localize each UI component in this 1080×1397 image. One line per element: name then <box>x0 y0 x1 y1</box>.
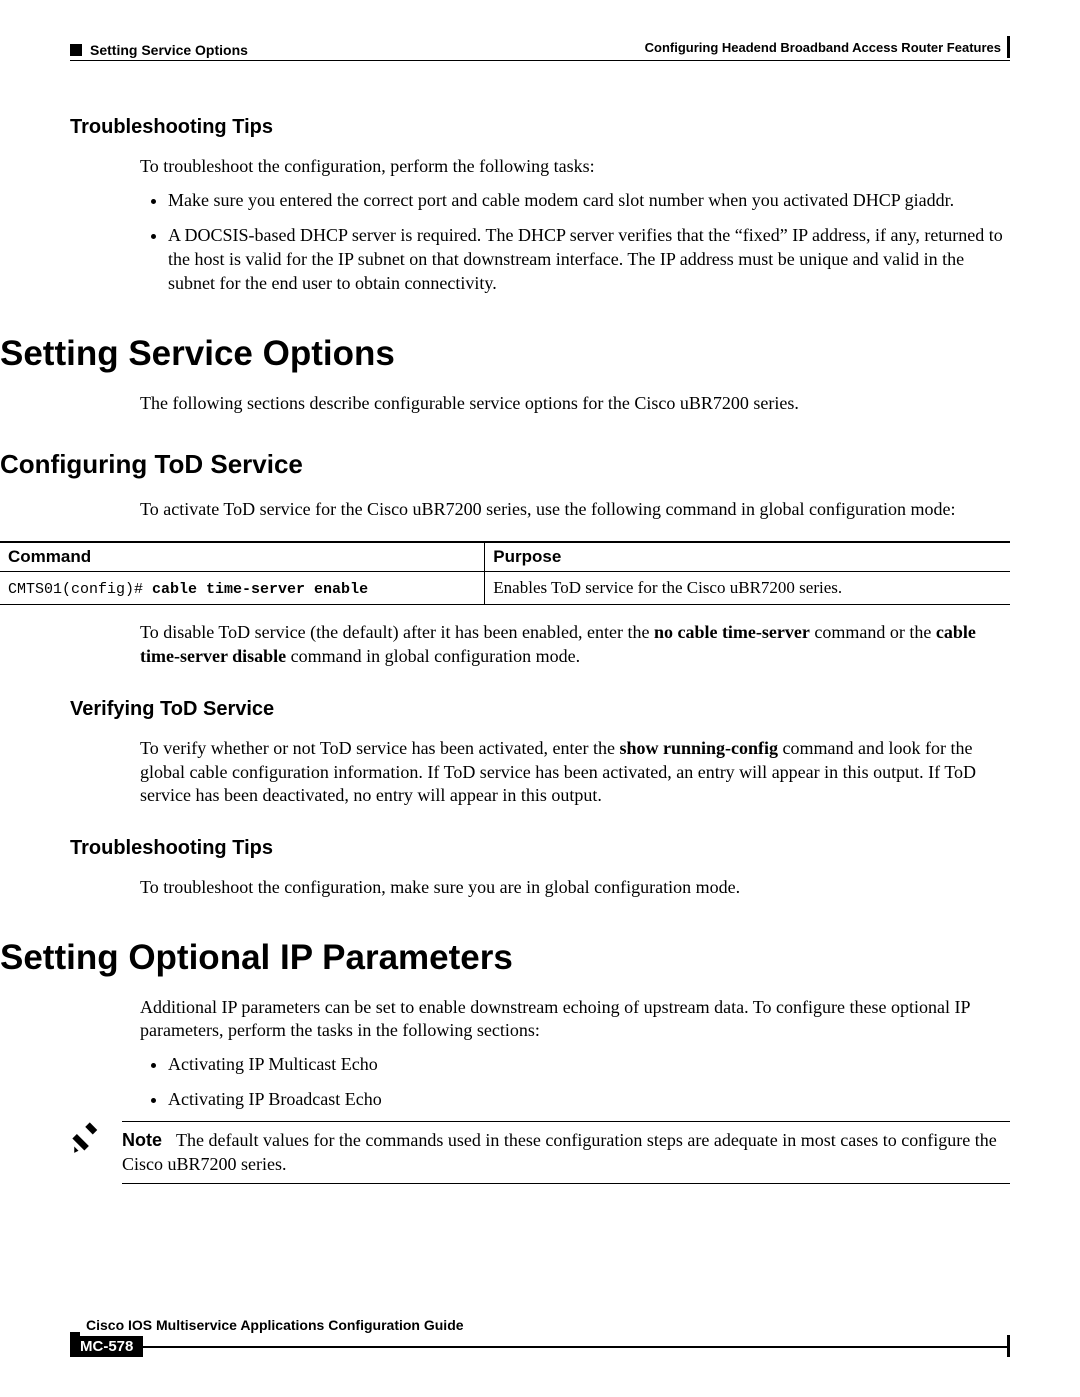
td-command: CMTS01(config)# cable time-server enable <box>0 572 485 605</box>
text: command in global configuration mode. <box>286 646 580 666</box>
text: To disable ToD service (the default) aft… <box>140 622 654 642</box>
note-block: NoteThe default values for the commands … <box>70 1121 1010 1190</box>
verify-para: To verify whether or not ToD service has… <box>140 737 1010 807</box>
footer-guide-title: Cisco IOS Multiservice Applications Conf… <box>86 1317 464 1333</box>
footer-square-icon <box>70 1332 80 1342</box>
page: Setting Service Options Configuring Head… <box>0 0 1080 1397</box>
note-label: Note <box>122 1130 162 1150</box>
footer-rule <box>143 1346 1007 1348</box>
note-text: The default values for the commands used… <box>122 1130 997 1174</box>
header-left: Setting Service Options <box>70 42 248 58</box>
footer-row: MC-578 <box>70 1335 1010 1357</box>
footer-title-line: Cisco IOS Multiservice Applications Conf… <box>70 1317 1010 1335</box>
header-bar-icon <box>1007 36 1010 58</box>
setting-service-intro: The following sections describe configur… <box>140 392 1010 415</box>
page-number-badge: MC-578 <box>70 1336 143 1357</box>
header-rule <box>70 60 1010 61</box>
list-item: Activating IP Broadcast Echo <box>168 1087 1010 1111</box>
heading-troubleshooting-1: Troubleshooting Tips <box>70 116 1010 139</box>
ip-params-intro: Additional IP parameters can be set to e… <box>140 996 1010 1043</box>
cmd-bold: cable time-server enable <box>152 581 368 598</box>
table-row: CMTS01(config)# cable time-server enable… <box>0 572 1010 605</box>
tod-intro: To activate ToD service for the Cisco uB… <box>140 498 1010 521</box>
bold-cmd: show running-config <box>619 738 778 758</box>
note-line: NoteThe default values for the commands … <box>122 1128 1010 1177</box>
th-purpose: Purpose <box>485 542 1010 572</box>
header-left-text: Setting Service Options <box>90 42 248 58</box>
ip-params-list: Activating IP Multicast Echo Activating … <box>140 1052 1010 1111</box>
heading-troubleshooting-2: Troubleshooting Tips <box>70 837 1010 860</box>
list-item: Activating IP Multicast Echo <box>168 1052 1010 1076</box>
tips2-intro: To troubleshoot the configuration, make … <box>140 876 1010 899</box>
header-right: Configuring Headend Broadband Access Rou… <box>645 36 1010 58</box>
note-body: NoteThe default values for the commands … <box>122 1121 1010 1190</box>
list-item: Make sure you entered the correct port a… <box>168 188 1010 212</box>
tips1-list: Make sure you entered the correct port a… <box>140 188 1010 295</box>
footer: Cisco IOS Multiservice Applications Conf… <box>70 1317 1010 1357</box>
heading-setting-optional-ip: Setting Optional IP Parameters <box>0 938 1010 978</box>
th-command: Command <box>0 542 485 572</box>
tod-disable-para: To disable ToD service (the default) aft… <box>140 621 1010 668</box>
bold-cmd: no cable time-server <box>654 622 810 642</box>
header-square-icon <box>70 44 82 56</box>
tips1-intro: To troubleshoot the configuration, perfo… <box>140 155 1010 178</box>
content: Troubleshooting Tips To troubleshoot the… <box>140 116 1010 1190</box>
text: To verify whether or not ToD service has… <box>140 738 619 758</box>
header-right-text: Configuring Headend Broadband Access Rou… <box>645 40 1001 55</box>
command-text: CMTS01(config)# cable time-server enable <box>8 581 368 598</box>
heading-configuring-tod: Configuring ToD Service <box>0 449 1010 480</box>
text: command or the <box>810 622 936 642</box>
pencil-icon <box>70 1121 104 1160</box>
command-table: Command Purpose CMTS01(config)# cable ti… <box>0 541 1010 605</box>
running-header: Setting Service Options Configuring Head… <box>70 36 1010 58</box>
td-purpose: Enables ToD service for the Cisco uBR720… <box>485 572 1010 605</box>
footer-bar-icon <box>1007 1335 1010 1357</box>
note-top-rule <box>122 1121 1010 1122</box>
heading-verifying-tod: Verifying ToD Service <box>70 698 1010 721</box>
heading-setting-service-options: Setting Service Options <box>0 334 1010 374</box>
note-bottom-rule <box>122 1183 1010 1184</box>
cmd-prefix: CMTS01(config)# <box>8 581 152 598</box>
list-item: A DOCSIS-based DHCP server is required. … <box>168 223 1010 296</box>
table-header-row: Command Purpose <box>0 542 1010 572</box>
